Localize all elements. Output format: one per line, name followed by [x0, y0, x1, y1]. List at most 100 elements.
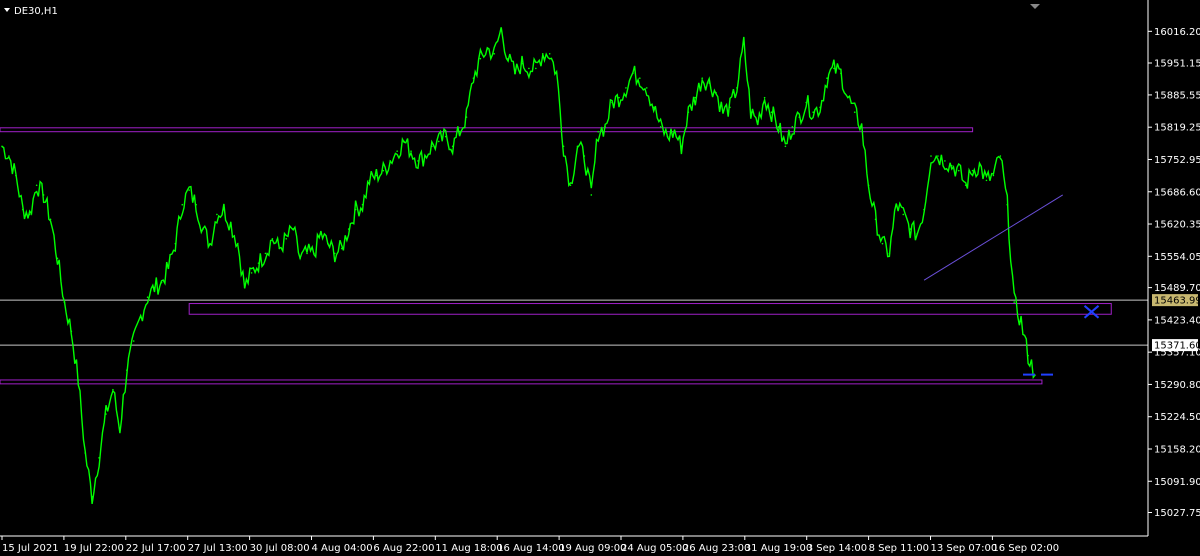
- price-point: [535, 67, 537, 70]
- price-point: [112, 388, 114, 391]
- price-point: [826, 77, 828, 79]
- y-tick-label: 15885.55: [1154, 90, 1200, 101]
- price-point: [181, 203, 184, 206]
- price-point: [957, 169, 960, 172]
- price-point: [472, 77, 475, 79]
- price-point: [722, 111, 724, 114]
- price-point: [195, 203, 197, 206]
- price-point: [874, 218, 877, 221]
- price-point: [70, 330, 73, 333]
- price-point: [119, 427, 121, 430]
- price-point: [687, 111, 690, 114]
- price-point: [555, 72, 558, 75]
- price-point: [548, 53, 551, 55]
- price-point: [306, 252, 308, 255]
- x-tick-label: 16 Aug 14:00: [497, 543, 564, 554]
- price-point: [382, 169, 385, 172]
- price-point: [971, 169, 974, 172]
- price-point: [465, 116, 468, 118]
- price-point: [888, 252, 891, 255]
- price-point: [749, 111, 752, 114]
- price-point: [583, 155, 586, 157]
- price-point: [257, 262, 260, 264]
- x-tick-label: 11 Aug 18:00: [435, 543, 502, 554]
- price-point: [521, 62, 523, 65]
- x-tick-label: 8 Sep 11:00: [869, 543, 929, 554]
- price-point: [236, 242, 239, 245]
- price-point: [881, 242, 884, 245]
- price-point: [1, 145, 3, 148]
- price-point: [743, 43, 745, 45]
- price-point: [652, 106, 655, 109]
- price-point: [708, 82, 710, 84]
- price-point: [902, 213, 905, 216]
- x-tick-label: 27 Jul 13:00: [188, 543, 248, 554]
- price-point: [964, 184, 967, 187]
- price-point: [35, 184, 38, 187]
- price-point: [1020, 320, 1022, 323]
- price-point: [132, 340, 135, 342]
- price-point: [389, 160, 392, 162]
- price-point: [153, 286, 156, 289]
- price-point: [867, 184, 870, 187]
- price-point: [923, 208, 925, 211]
- price-point: [299, 257, 301, 260]
- price-point: [368, 179, 371, 182]
- price-point: [833, 67, 835, 70]
- price-point: [264, 252, 267, 255]
- price-point: [770, 111, 773, 114]
- price-point: [541, 53, 544, 55]
- y-tick-label: 15423.40: [1154, 315, 1200, 326]
- price-point: [812, 111, 814, 114]
- y-tick-label: 15091.90: [1154, 477, 1200, 488]
- price-point: [840, 72, 842, 75]
- price-point: [458, 130, 461, 133]
- price-point: [784, 145, 787, 148]
- price-point: [659, 126, 662, 128]
- price-point: [354, 208, 357, 211]
- price-point: [125, 369, 128, 372]
- price-point: [424, 155, 426, 157]
- price-point: [756, 121, 759, 123]
- price-point: [479, 57, 482, 60]
- price-point: [223, 208, 225, 211]
- price-point: [514, 72, 516, 75]
- price-label-text: 15371.60: [1154, 341, 1200, 352]
- price-point: [410, 150, 412, 152]
- price-point: [313, 252, 315, 255]
- price-point: [639, 77, 641, 79]
- price-point: [847, 96, 849, 99]
- y-tick-label: 15819.25: [1154, 123, 1200, 134]
- x-tick-label: 30 Jul 08:00: [250, 543, 310, 554]
- price-point: [569, 184, 572, 187]
- y-tick-label: 15554.05: [1154, 252, 1200, 263]
- price-point: [347, 228, 350, 230]
- price-point: [1013, 301, 1016, 303]
- price-label-text: 15463.99: [1154, 296, 1200, 307]
- symbol-label: DE30,H1: [14, 6, 58, 17]
- chart-svg[interactable]: 16016.20 15951.15 15885.55 15819.25 15752.95…: [0, 0, 1200, 556]
- x-tick-label: 13 Sep 07:00: [931, 543, 998, 554]
- x-tick-label: 24 Aug 05:00: [621, 543, 688, 554]
- price-point: [611, 101, 613, 104]
- price-point: [944, 160, 946, 162]
- price-point: [444, 135, 447, 138]
- price-point: [292, 228, 294, 230]
- price-point: [895, 203, 898, 206]
- price-point: [937, 155, 939, 157]
- y-tick-label: 15290.80: [1154, 380, 1200, 391]
- y-tick-label: 15224.50: [1154, 412, 1200, 423]
- price-point: [763, 96, 766, 99]
- chart-background: [0, 0, 1200, 556]
- y-tick-label: 15686.60: [1154, 187, 1200, 198]
- y-tick-label: 15752.95: [1154, 155, 1200, 166]
- price-point: [431, 145, 433, 148]
- price-point: [105, 413, 107, 415]
- price-point: [625, 87, 627, 89]
- price-point: [597, 130, 600, 133]
- price-point: [729, 106, 731, 109]
- price-point: [15, 174, 17, 177]
- price-point: [916, 233, 918, 235]
- price-point: [42, 194, 45, 196]
- price-point: [736, 87, 738, 89]
